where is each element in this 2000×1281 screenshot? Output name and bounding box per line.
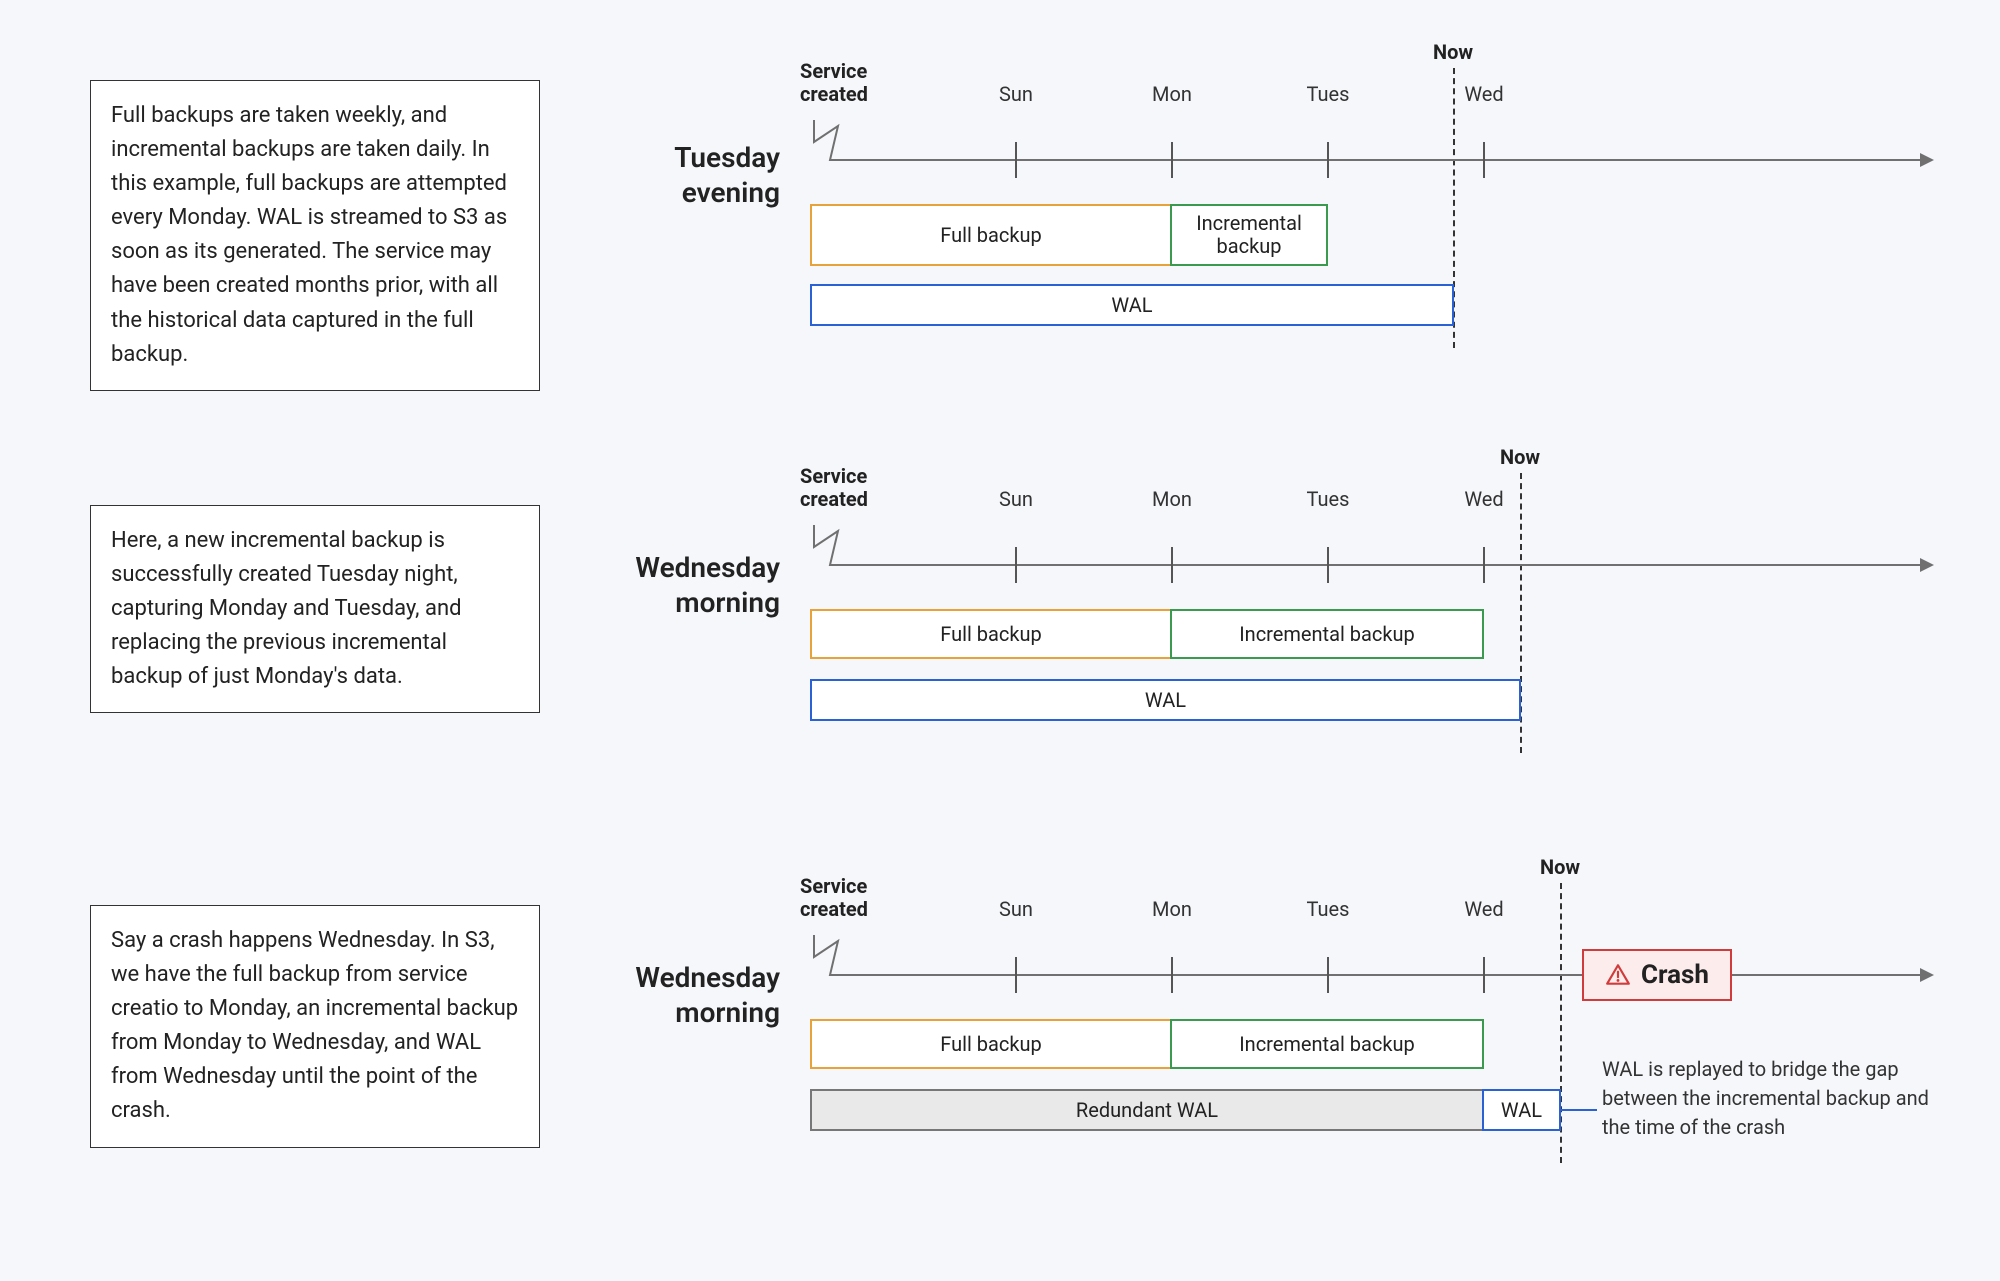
tick-mon-2	[1171, 547, 1173, 583]
description-box-2: Here, a new incremental backup is succes…	[90, 505, 540, 713]
tick-label-wed-2: Wed	[1464, 487, 1503, 511]
tick-tues-1	[1327, 142, 1329, 178]
tick-wed-3	[1483, 957, 1485, 993]
description-text-2: Here, a new incremental backup is succes…	[111, 528, 462, 689]
redundant-wal-bar: Redundant WAL	[810, 1089, 1484, 1131]
full-backup-label-2: Full backup	[940, 623, 1042, 646]
tick-label-sun-1: Sun	[999, 82, 1033, 106]
tick-mon-3	[1171, 957, 1173, 993]
crash-label: Crash	[1641, 960, 1709, 990]
axis-arrow-2	[1920, 558, 1934, 572]
tick-label-tues-2: Tues	[1307, 487, 1350, 511]
wal-label-1: WAL	[1111, 294, 1152, 317]
service-created-label-1: Service created	[800, 60, 868, 106]
tick-label-mon-2: Mon	[1152, 487, 1192, 511]
axis-line-3b	[1732, 974, 1922, 976]
axis-line-3a	[862, 974, 1582, 976]
service-created-label-2: Service created	[800, 465, 868, 511]
wal-replay-note: WAL is replayed to bridge the gap betwee…	[1602, 1055, 1932, 1142]
now-label-1: Now	[1433, 40, 1473, 64]
tick-tues-2	[1327, 547, 1329, 583]
axis-arrow-3	[1920, 968, 1934, 982]
description-text-3: Say a crash happens Wednesday. In S3, we…	[111, 928, 518, 1123]
now-label-2: Now	[1500, 445, 1540, 469]
incremental-backup-bar-3: Incremental backup	[1170, 1019, 1484, 1069]
wal-bar-1: WAL	[810, 284, 1454, 326]
tick-wed-2	[1483, 547, 1485, 583]
full-backup-bar-2: Full backup	[810, 609, 1172, 659]
incremental-backup-bar-2: Incremental backup	[1170, 609, 1484, 659]
row-crash: Say a crash happens Wednesday. In S3, we…	[0, 855, 2000, 1235]
tick-label-sun-3: Sun	[999, 897, 1033, 921]
tick-mon-1	[1171, 142, 1173, 178]
full-backup-bar-3: Full backup	[810, 1019, 1172, 1069]
row-label-1: Tuesday evening	[590, 140, 780, 210]
row-label-3: Wednesday morning	[590, 960, 780, 1030]
row-wednesday-morning: Here, a new incremental backup is succes…	[0, 445, 2000, 775]
tick-label-wed-1: Wed	[1464, 82, 1503, 106]
incremental-backup-bar-1: Incremental backup	[1170, 204, 1328, 266]
tick-label-sun-2: Sun	[999, 487, 1033, 511]
incremental-backup-label-3: Incremental backup	[1239, 1033, 1415, 1056]
note-connector	[1561, 1109, 1597, 1111]
full-backup-bar-1: Full backup	[810, 204, 1172, 266]
now-label-3: Now	[1540, 855, 1580, 879]
incremental-backup-label-1: Incremental backup	[1196, 212, 1302, 258]
tick-label-mon-3: Mon	[1152, 897, 1192, 921]
wal-bar-2: WAL	[810, 679, 1521, 721]
backup-timeline-diagram: Full backups are taken weekly, and incre…	[0, 0, 2000, 1281]
axis-arrow-1	[1920, 153, 1934, 167]
wal-bar-3: WAL	[1482, 1089, 1561, 1131]
tick-label-tues-3: Tues	[1307, 897, 1350, 921]
description-text-1: Full backups are taken weekly, and incre…	[111, 103, 507, 367]
row-label-2: Wednesday morning	[590, 550, 780, 620]
description-box-3: Say a crash happens Wednesday. In S3, we…	[90, 905, 540, 1148]
tick-tues-3	[1327, 957, 1329, 993]
wal-label-3: WAL	[1501, 1099, 1542, 1122]
service-created-zigzag-3	[810, 935, 870, 991]
axis-line-2	[862, 564, 1922, 566]
axis-line-1	[862, 159, 1922, 161]
tick-sun-3	[1015, 957, 1017, 993]
tick-wed-1	[1483, 142, 1485, 178]
row-tuesday-evening: Full backups are taken weekly, and incre…	[0, 40, 2000, 370]
wal-replay-note-text: WAL is replayed to bridge the gap betwee…	[1602, 1057, 1929, 1139]
crash-box: Crash	[1582, 949, 1732, 1001]
redundant-wal-label: Redundant WAL	[1076, 1099, 1218, 1122]
full-backup-label-3: Full backup	[940, 1033, 1042, 1056]
incremental-backup-label-2: Incremental backup	[1239, 623, 1415, 646]
service-created-zigzag-2	[810, 525, 870, 581]
service-created-zigzag-1	[810, 120, 870, 176]
tick-label-wed-3: Wed	[1464, 897, 1503, 921]
full-backup-label-1: Full backup	[940, 224, 1042, 247]
wal-label-2: WAL	[1145, 689, 1186, 712]
description-box-1: Full backups are taken weekly, and incre…	[90, 80, 540, 391]
tick-label-tues-1: Tues	[1307, 82, 1350, 106]
service-created-label-3: Service created	[800, 875, 868, 921]
tick-sun-2	[1015, 547, 1017, 583]
tick-label-mon-1: Mon	[1152, 82, 1192, 106]
warning-icon	[1605, 962, 1631, 988]
tick-sun-1	[1015, 142, 1017, 178]
